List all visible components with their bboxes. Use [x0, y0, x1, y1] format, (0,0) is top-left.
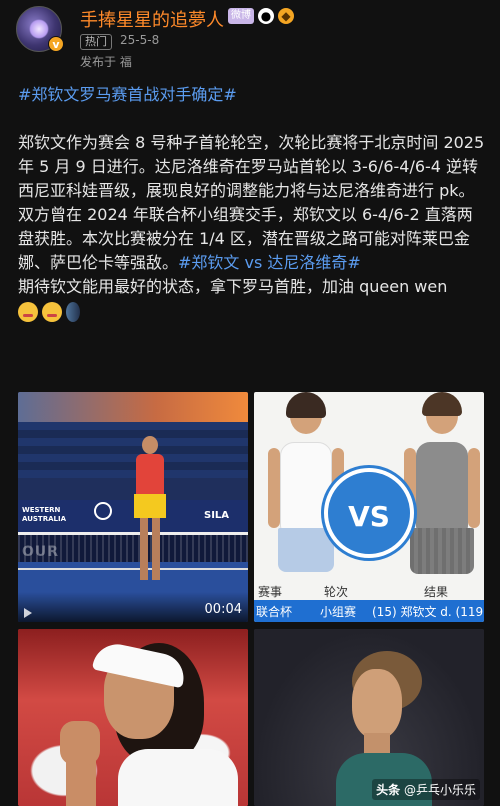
heart-eyes-emoji-icon	[42, 301, 62, 322]
video-thumbnail[interactable]: WESTERN AUSTRALIA SILA OUR 00:04	[18, 392, 248, 622]
user-badges: 微博 ● ◆	[228, 8, 294, 24]
post-paragraph: 郑钦文作为赛会 8 号种子首轮轮空，次轮比赛将于北京时间 2025 年 5 月 …	[18, 131, 488, 275]
weibo-badge: 微博	[228, 8, 254, 24]
result-table-row: 联合杯 小组赛 (15) 郑钦文 d. (119) 达尼洛	[254, 600, 484, 622]
source-watermark: 头条 @乒乓小乐乐	[372, 779, 480, 800]
media-grid: WESTERN AUSTRALIA SILA OUR 00:04 VS 赛事 轮…	[18, 392, 484, 806]
vs-text: VS	[348, 500, 390, 533]
stand-banner	[18, 392, 248, 422]
published-from: 发布于 福	[80, 55, 132, 69]
vs-card-image[interactable]: VS 赛事 轮次 结果 联合杯 小组赛 (15) 郑钦文 d. (119) 达尼…	[254, 392, 484, 622]
play-icon[interactable]	[24, 608, 32, 618]
ad-western-australia: WESTERN AUSTRALIA	[22, 506, 66, 523]
heart-eyes-emoji-icon	[18, 301, 38, 322]
player-figure	[130, 436, 170, 586]
username[interactable]: 手捧星星的追夢人	[80, 6, 224, 32]
hashtag-title[interactable]: #郑钦文罗马赛首战对手确定#	[18, 85, 237, 104]
source-account: @乒乓小乐乐	[403, 783, 476, 797]
panda-icon: ●	[258, 8, 274, 24]
ad-sila: SILA	[204, 510, 230, 521]
paragraph-text: 郑钦文作为赛会 8 号种子首轮轮空，次轮比赛将于北京时间 2025 年 5 月 …	[18, 133, 485, 272]
fist	[60, 721, 100, 765]
watermark: OUR	[22, 544, 60, 560]
post-header: v 手捧星星的追夢人 微博 ● ◆ 热门 25-5-8 发布于 福	[0, 0, 500, 78]
verified-badge-icon: v	[48, 36, 64, 52]
cell-event: 联合杯	[256, 605, 293, 619]
header-round: 轮次	[324, 585, 349, 599]
vs-badge: VS	[324, 468, 414, 558]
cropped-emoji-icon	[66, 301, 80, 322]
header-event: 赛事	[258, 585, 283, 599]
hashtag-inline[interactable]: #郑钦文 vs 达尼洛维奇#	[178, 253, 361, 272]
cell-round: 小组赛	[320, 605, 357, 619]
closing-line: 期待钦文能用最好的状态，拿下罗马首胜，加油 queen wen	[18, 275, 488, 323]
emoji-row	[18, 301, 80, 322]
header-result: 结果	[424, 585, 449, 599]
hot-tag: 热门	[80, 34, 112, 50]
player-photo-portrait[interactable]: 头条 @乒乓小乐乐	[254, 629, 484, 806]
tiger-icon: ◆	[278, 8, 294, 24]
united-cup-logo-icon	[94, 502, 112, 520]
result-table-header: 赛事 轮次 结果	[254, 582, 484, 600]
video-duration: 00:04	[204, 602, 242, 617]
closing-text: 期待钦文能用最好的状态，拿下罗马首胜，加油 queen wen	[18, 277, 448, 296]
player-photo-celebrating[interactable]	[18, 629, 248, 806]
source-brand: 头条	[376, 783, 401, 797]
post-content: #郑钦文罗马赛首战对手确定# 郑钦文作为赛会 8 号种子首轮轮空，次轮比赛将于北…	[18, 83, 488, 323]
post-time: 25-5-8	[120, 33, 160, 47]
cell-result: (15) 郑钦文 d. (119) 达尼洛	[372, 605, 484, 619]
